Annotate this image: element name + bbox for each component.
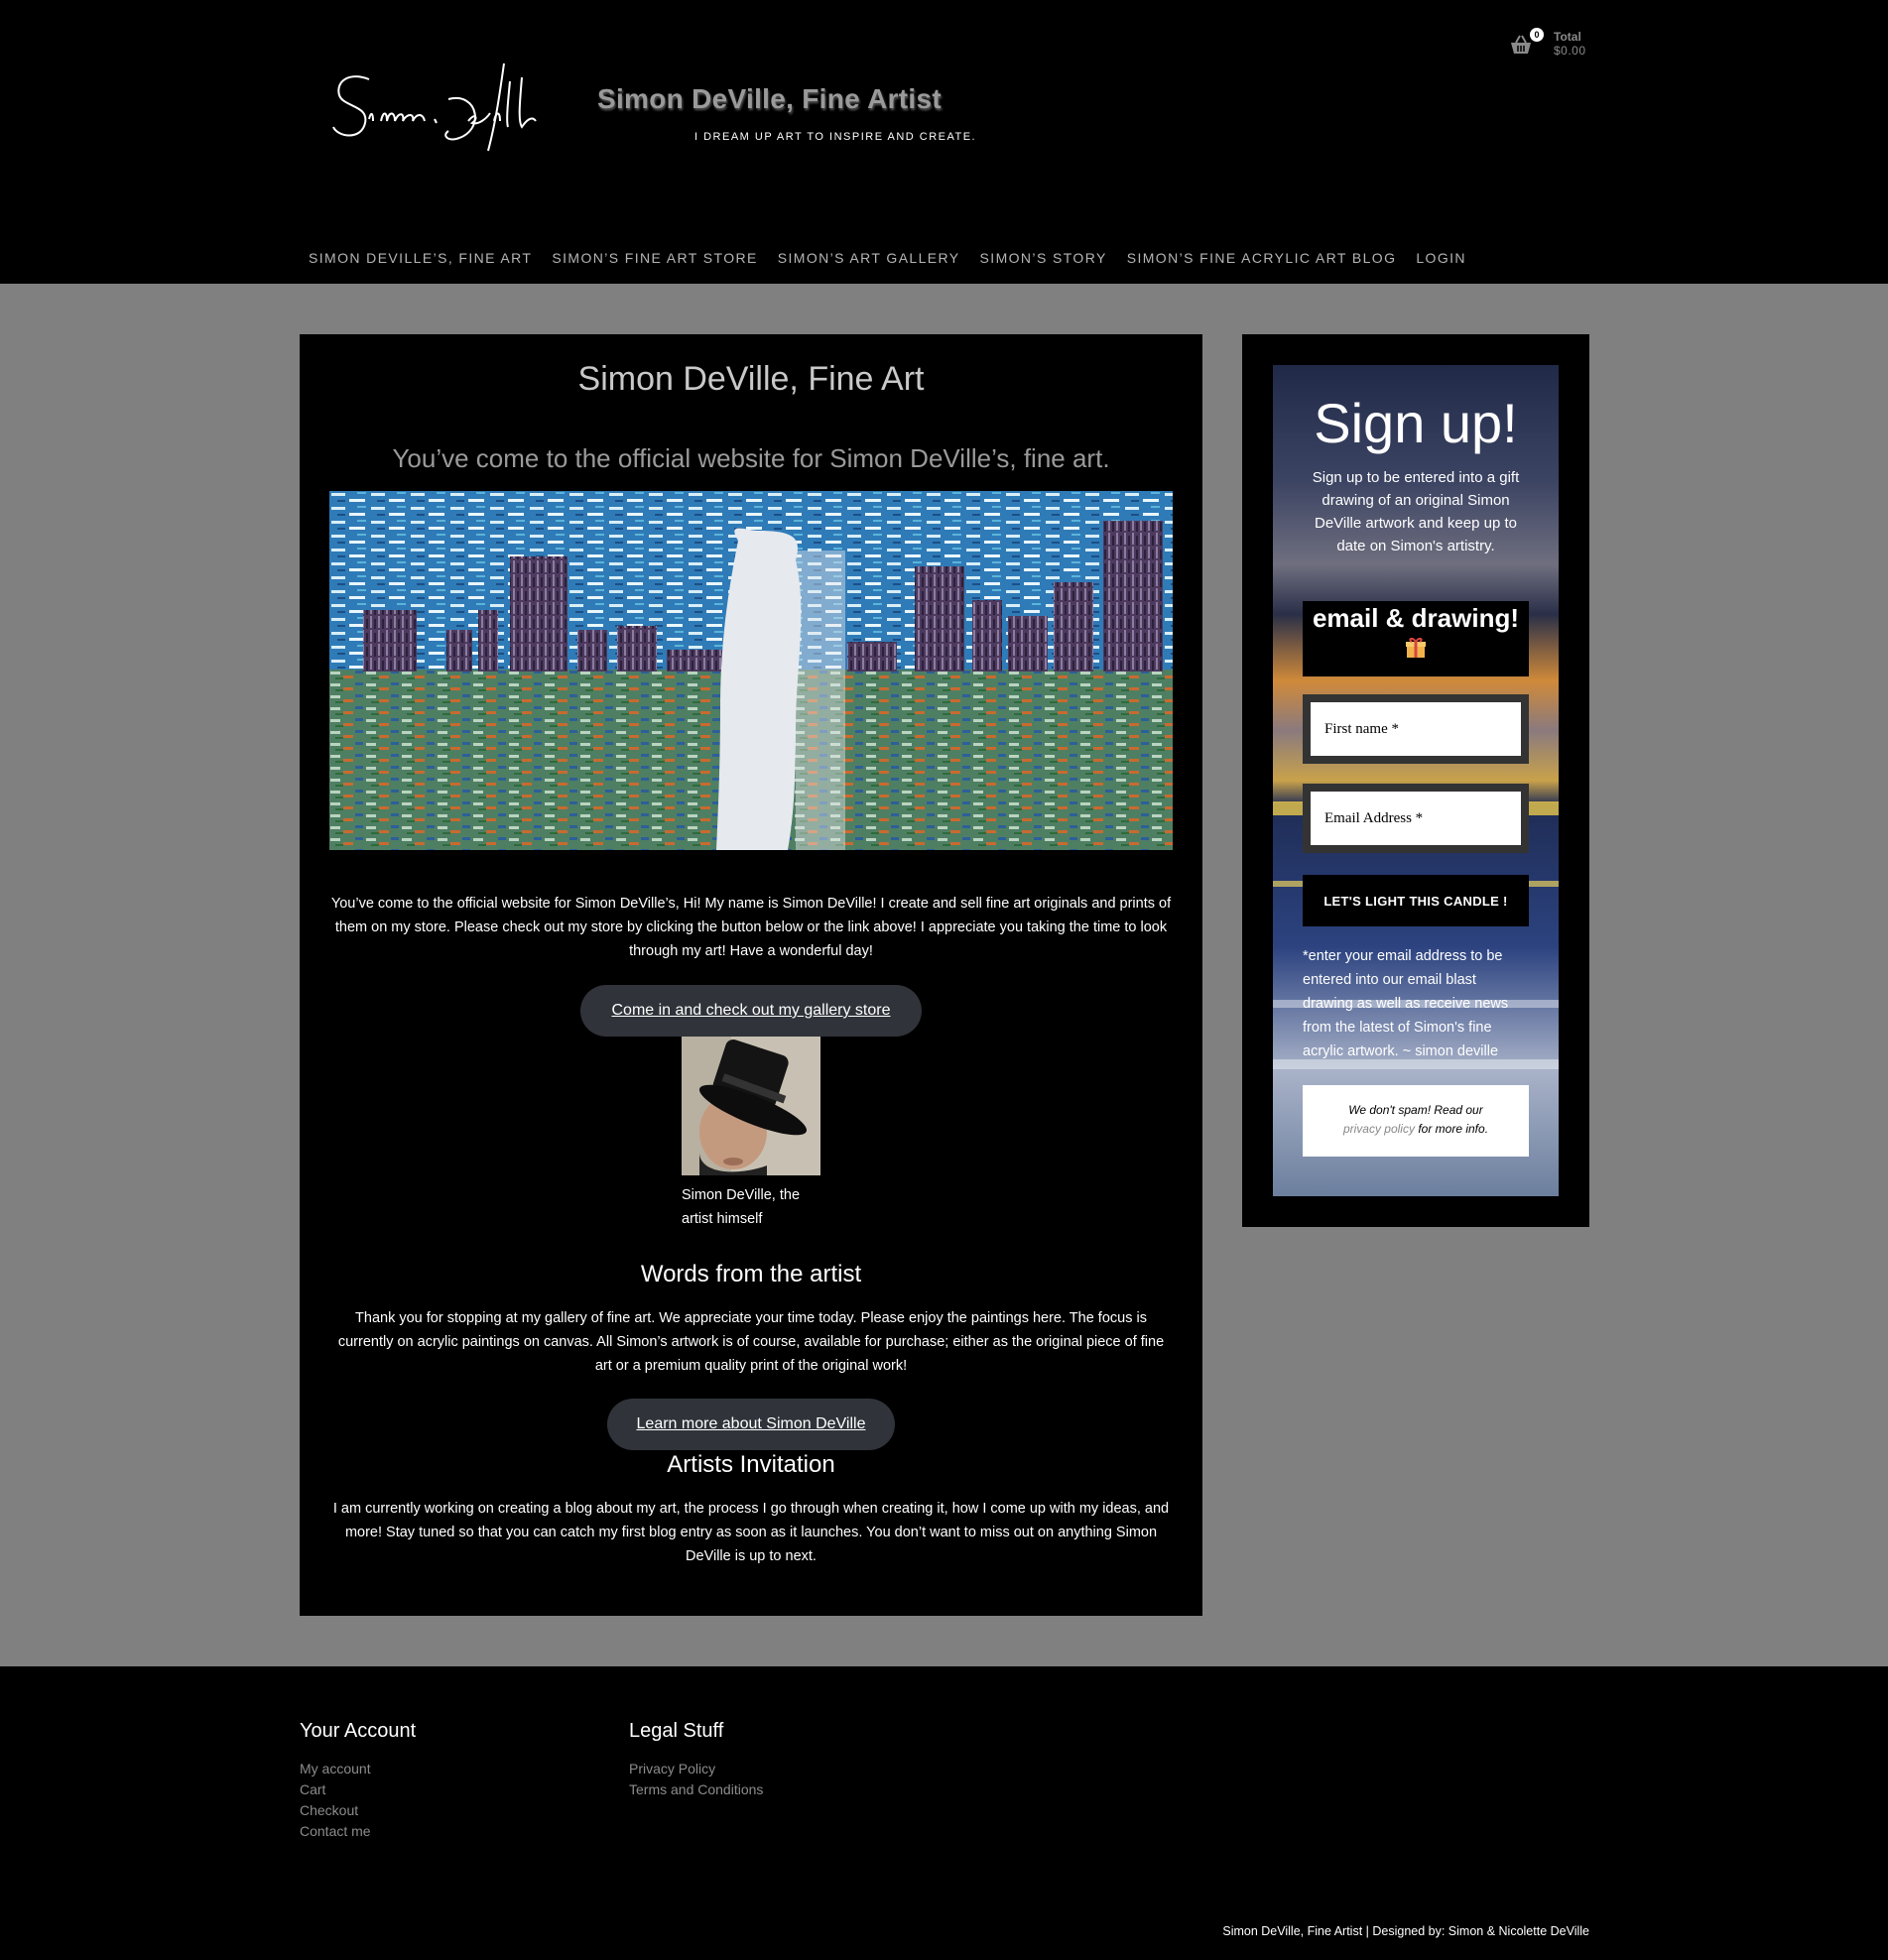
site-tagline: I DREAM UP ART TO INSPIRE AND CREATE. xyxy=(694,131,977,143)
nav-item-blog[interactable]: Simon’s Fine Acrylic Art Blog xyxy=(1117,246,1407,270)
cart-total-value: $0.00 xyxy=(1554,44,1586,58)
footer-link-cart[interactable]: Cart xyxy=(300,1779,416,1800)
no-spam-suffix: for more info. xyxy=(1418,1122,1489,1136)
footer-account-column: Your Account My account Cart Checkout Co… xyxy=(300,1720,416,1842)
footer-link-my-account[interactable]: My account xyxy=(300,1759,416,1779)
no-spam-prefix: We don't spam! Read our xyxy=(1348,1103,1483,1117)
signup-note: *enter your email address to be entered … xyxy=(1303,948,1509,1059)
cart-count-badge: 0 xyxy=(1530,28,1544,42)
drawing-banner: email & drawing! xyxy=(1303,601,1529,676)
words-heading: Words from the artist xyxy=(640,1261,862,1287)
page-title: Simon DeVille, Fine Art xyxy=(577,360,925,398)
nav-item-home[interactable]: Simon DeVille’s, Fine Art xyxy=(299,246,542,270)
email-field-wrapper: Email Address * xyxy=(1303,784,1529,853)
signup-form: Sign up! Sign up to be entered into a gi… xyxy=(1273,365,1559,1196)
first-name-input[interactable]: First name * xyxy=(1311,702,1521,756)
nav-item-gallery[interactable]: Simon’s Art Gallery xyxy=(768,246,970,270)
signup-title: Sign up! xyxy=(1314,392,1518,454)
artist-portrait xyxy=(682,1037,820,1175)
gallery-store-button[interactable]: Come in and check out my gallery store xyxy=(580,985,922,1037)
gift-icon xyxy=(1406,637,1426,658)
intro-text: You’ve come to the official website for … xyxy=(330,896,1172,959)
page-subtitle: You’ve come to the official website for … xyxy=(392,443,1110,473)
footer-link-terms[interactable]: Terms and Conditions xyxy=(629,1779,763,1800)
signature-logo[interactable] xyxy=(329,61,567,157)
nav-item-store[interactable]: Simon’s Fine Art Store xyxy=(542,246,767,270)
main-content: Simon DeVille, Fine Art You’ve come to t… xyxy=(300,334,1202,1616)
drawing-title: email & drawing! xyxy=(1312,603,1520,633)
nav-item-login[interactable]: Login xyxy=(1406,246,1476,270)
learn-more-button[interactable]: Learn more about Simon DeVille xyxy=(607,1399,895,1450)
privacy-policy-link[interactable]: privacy policy xyxy=(1343,1122,1415,1136)
main-navigation: Simon DeVille’s, Fine Art Simon’s Fine A… xyxy=(299,246,1476,270)
site-title[interactable]: Simon DeVille, Fine Artist xyxy=(597,83,942,115)
email-input[interactable]: Email Address * xyxy=(1311,792,1521,845)
signup-submit-button[interactable]: LET'S LIGHT THIS CANDLE ! xyxy=(1303,875,1529,926)
words-text: Thank you for stopping at my gallery of … xyxy=(337,1310,1165,1374)
nav-item-story[interactable]: Simon’s Story xyxy=(970,246,1117,270)
sidebar: Sign up! Sign up to be entered into a gi… xyxy=(1242,334,1589,1227)
no-spam-notice: We don't spam! Read our privacy policy f… xyxy=(1303,1085,1529,1157)
footer-legal-column: Legal Stuff Privacy Policy Terms and Con… xyxy=(629,1720,763,1800)
footer-link-privacy[interactable]: Privacy Policy xyxy=(629,1759,763,1779)
site-header: Simon DeVille, Fine Artist I DREAM UP AR… xyxy=(0,0,1888,284)
invitation-heading: Artists Invitation xyxy=(667,1451,835,1478)
footer-link-contact[interactable]: Contact me xyxy=(300,1821,416,1842)
cart-widget[interactable]: 0 Total $0.00 xyxy=(1508,26,1589,61)
footer-legal-heading: Legal Stuff xyxy=(629,1720,724,1742)
footer-credit: Simon DeVille, Fine Artist | Designed by… xyxy=(1222,1924,1589,1938)
featured-painting xyxy=(329,491,1173,850)
cart-total-label: Total xyxy=(1554,30,1581,44)
portrait-caption: Simon DeVille, the artist himself xyxy=(682,1187,801,1227)
signup-description: Sign up to be entered into a gift drawin… xyxy=(1312,469,1520,554)
invitation-text: I am currently working on creating a blo… xyxy=(332,1501,1170,1564)
footer-account-heading: Your Account xyxy=(300,1720,417,1742)
first-name-field-wrapper: First name * xyxy=(1303,694,1529,764)
footer-link-checkout[interactable]: Checkout xyxy=(300,1800,416,1821)
site-footer: Your Account My account Cart Checkout Co… xyxy=(0,1666,1888,1960)
